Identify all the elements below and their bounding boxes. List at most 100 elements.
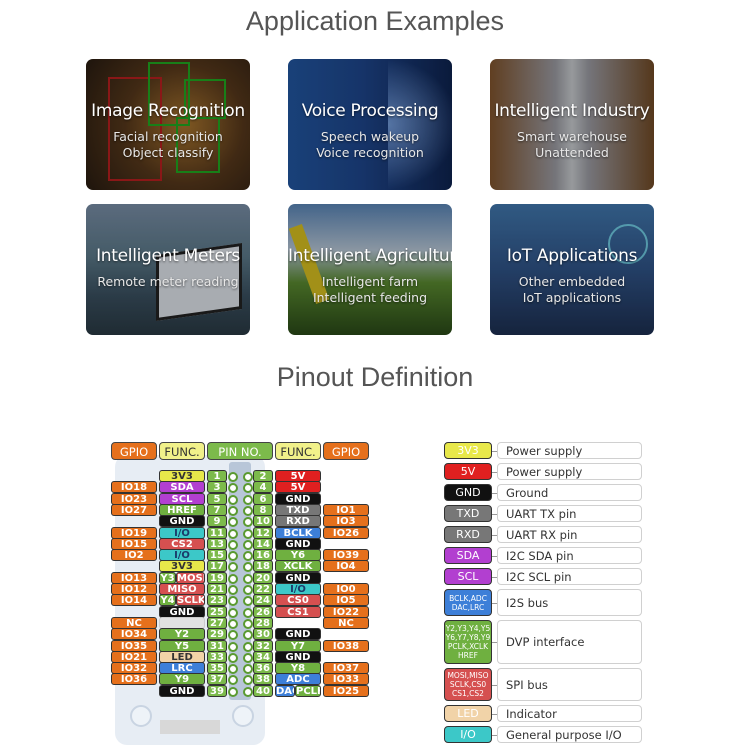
pin-number-left: 23 xyxy=(207,594,227,607)
legend-badge: LED xyxy=(444,705,492,722)
card-voice-processing: Voice Processing Speech wakeup Voice reco… xyxy=(288,59,452,190)
func-label-right: RXD xyxy=(275,515,321,528)
pin-number-left: 13 xyxy=(207,537,227,550)
card-subtitle: Intelligent feeding xyxy=(312,290,428,305)
gpio-label-left: IO27 xyxy=(111,503,157,516)
pin-number-left: 39 xyxy=(207,684,227,697)
pin-connector-dot xyxy=(228,618,238,629)
card-iot-applications: IoT Applications Other embedded IoT appli… xyxy=(490,204,654,335)
pin-connector-dot xyxy=(228,528,238,539)
func-label-right: GND xyxy=(275,571,321,584)
func-label-right: GND xyxy=(275,628,321,641)
legend-description: UART TX pin xyxy=(497,505,642,522)
card-subtitle: Voice recognition xyxy=(316,145,424,160)
legend-description: General purpose I/O xyxy=(497,726,642,743)
pin-number-right: 36 xyxy=(253,662,273,675)
pin-number-left: 19 xyxy=(207,571,227,584)
pin-connector-dot xyxy=(243,573,253,584)
card-title: IoT Applications xyxy=(506,246,638,266)
legend-description: Indicator xyxy=(497,705,642,722)
pin-connector-dot xyxy=(228,494,238,505)
card-title: Intelligent Agriculture xyxy=(288,246,452,266)
func-label-left: I/O xyxy=(159,526,205,539)
application-examples-title: Application Examples xyxy=(245,6,505,36)
card-intelligent-meters: Intelligent Meters Remote meter reading xyxy=(86,204,250,335)
func-label-left: 3V3 xyxy=(159,560,205,573)
func-label-right: 5V xyxy=(275,470,321,482)
pin-connector-dot xyxy=(228,505,238,516)
pin-number-right: 26 xyxy=(253,605,273,618)
card-intelligent-industry: Intelligent Industry Smart warehouse Unat… xyxy=(490,59,654,190)
header-gpio-left: GPIO xyxy=(111,442,157,460)
func-label-right: GND xyxy=(275,537,321,550)
func-label-right: Y7 xyxy=(275,639,321,652)
func-label-left: CS2 xyxy=(159,537,205,550)
pin-number-right: 16 xyxy=(253,549,273,562)
func-label-right: PCLK xyxy=(295,684,321,697)
func-label-left: LED xyxy=(159,650,205,663)
func-label-right: I/O xyxy=(275,583,321,595)
header-func-left: FUNC. xyxy=(159,442,205,460)
gpio-label-left: IO2 xyxy=(111,549,157,562)
func-label-left: SDA xyxy=(159,481,205,494)
card-subtitle: Object classify xyxy=(122,145,214,160)
pin-connector-dot xyxy=(243,505,253,516)
func-label-left: SCL xyxy=(159,492,205,505)
pin-number-left: 1 xyxy=(207,470,227,482)
pin-number-right: 24 xyxy=(253,594,273,607)
card-subtitle: Facial recognition xyxy=(113,129,223,144)
func-label-left: Y5 xyxy=(159,639,205,652)
pin-number-left: 31 xyxy=(207,639,227,652)
pin-connector-dot xyxy=(228,607,238,618)
legend-description: I2S bus xyxy=(497,589,642,616)
gpio-label-right: IO1 xyxy=(323,503,369,516)
func-label-left: 3V3 xyxy=(159,470,205,482)
pin-number-left: 17 xyxy=(207,560,227,573)
pin-connector-dot xyxy=(243,528,253,539)
pin-connector-dot xyxy=(243,494,253,505)
pin-number-left: 11 xyxy=(207,526,227,539)
gpio-label-left: IO32 xyxy=(111,662,157,675)
gpio-label-left: IO36 xyxy=(111,673,157,686)
pin-connector-dot xyxy=(228,652,238,663)
legend-badge: Y2,Y3,Y4,Y5 Y6,Y7,Y8,Y9 PCLK,XCLK HREF xyxy=(444,620,492,664)
card-image-recognition: Image Recognition Facial recognition Obje… xyxy=(86,59,250,190)
card-intelligent-agriculture: Intelligent Agriculture Intelligent farm… xyxy=(288,204,452,335)
func-label-right: GND xyxy=(275,492,321,505)
legend-description: UART RX pin xyxy=(497,526,642,543)
pin-number-right: 40 xyxy=(253,684,273,697)
gpio-label-left: IO23 xyxy=(111,492,157,505)
header-pin-no: PIN NO. xyxy=(207,442,273,460)
legend-description: Power supply xyxy=(497,463,642,480)
gpio-label-left: NC xyxy=(111,616,157,629)
func-label-left: Y3 xyxy=(159,571,176,584)
legend-description: I2C SDA pin xyxy=(497,547,642,564)
func-label-left: I/O xyxy=(159,549,205,562)
pin-connector-dot xyxy=(243,641,253,652)
func-label-left: MISO xyxy=(159,583,205,595)
gpio-label-left: IO15 xyxy=(111,537,157,550)
gpio-label-right: IO25 xyxy=(323,684,369,697)
pin-number-left: 7 xyxy=(207,503,227,516)
gpio-label-right: IO22 xyxy=(323,605,369,618)
func-label-right: CS1 xyxy=(275,605,321,618)
gpio-label-right: IO39 xyxy=(323,549,369,562)
gpio-label-left: IO34 xyxy=(111,628,157,641)
pinout-definition-title: Pinout Definition xyxy=(276,362,474,392)
card-title: Voice Processing xyxy=(301,101,439,121)
func-label-left: Y9 xyxy=(159,673,205,686)
card-subtitle: Smart warehouse xyxy=(517,129,627,144)
legend-badge: SCL xyxy=(444,568,492,585)
pin-number-left: 33 xyxy=(207,650,227,663)
pin-connector-dot xyxy=(228,585,238,595)
card-subtitle: Other embedded xyxy=(518,274,626,289)
pin-number-right: 30 xyxy=(253,628,273,641)
pin-number-right: 38 xyxy=(253,673,273,686)
gpio-label-right: IO5 xyxy=(323,594,369,607)
pin-number-right: 14 xyxy=(253,537,273,550)
card-subtitle: Unattended xyxy=(535,145,609,160)
pin-connector-dot xyxy=(243,607,253,618)
pin-connector-dot xyxy=(243,652,253,663)
legend-description: Power supply xyxy=(497,442,642,459)
pin-number-left: 15 xyxy=(207,549,227,562)
